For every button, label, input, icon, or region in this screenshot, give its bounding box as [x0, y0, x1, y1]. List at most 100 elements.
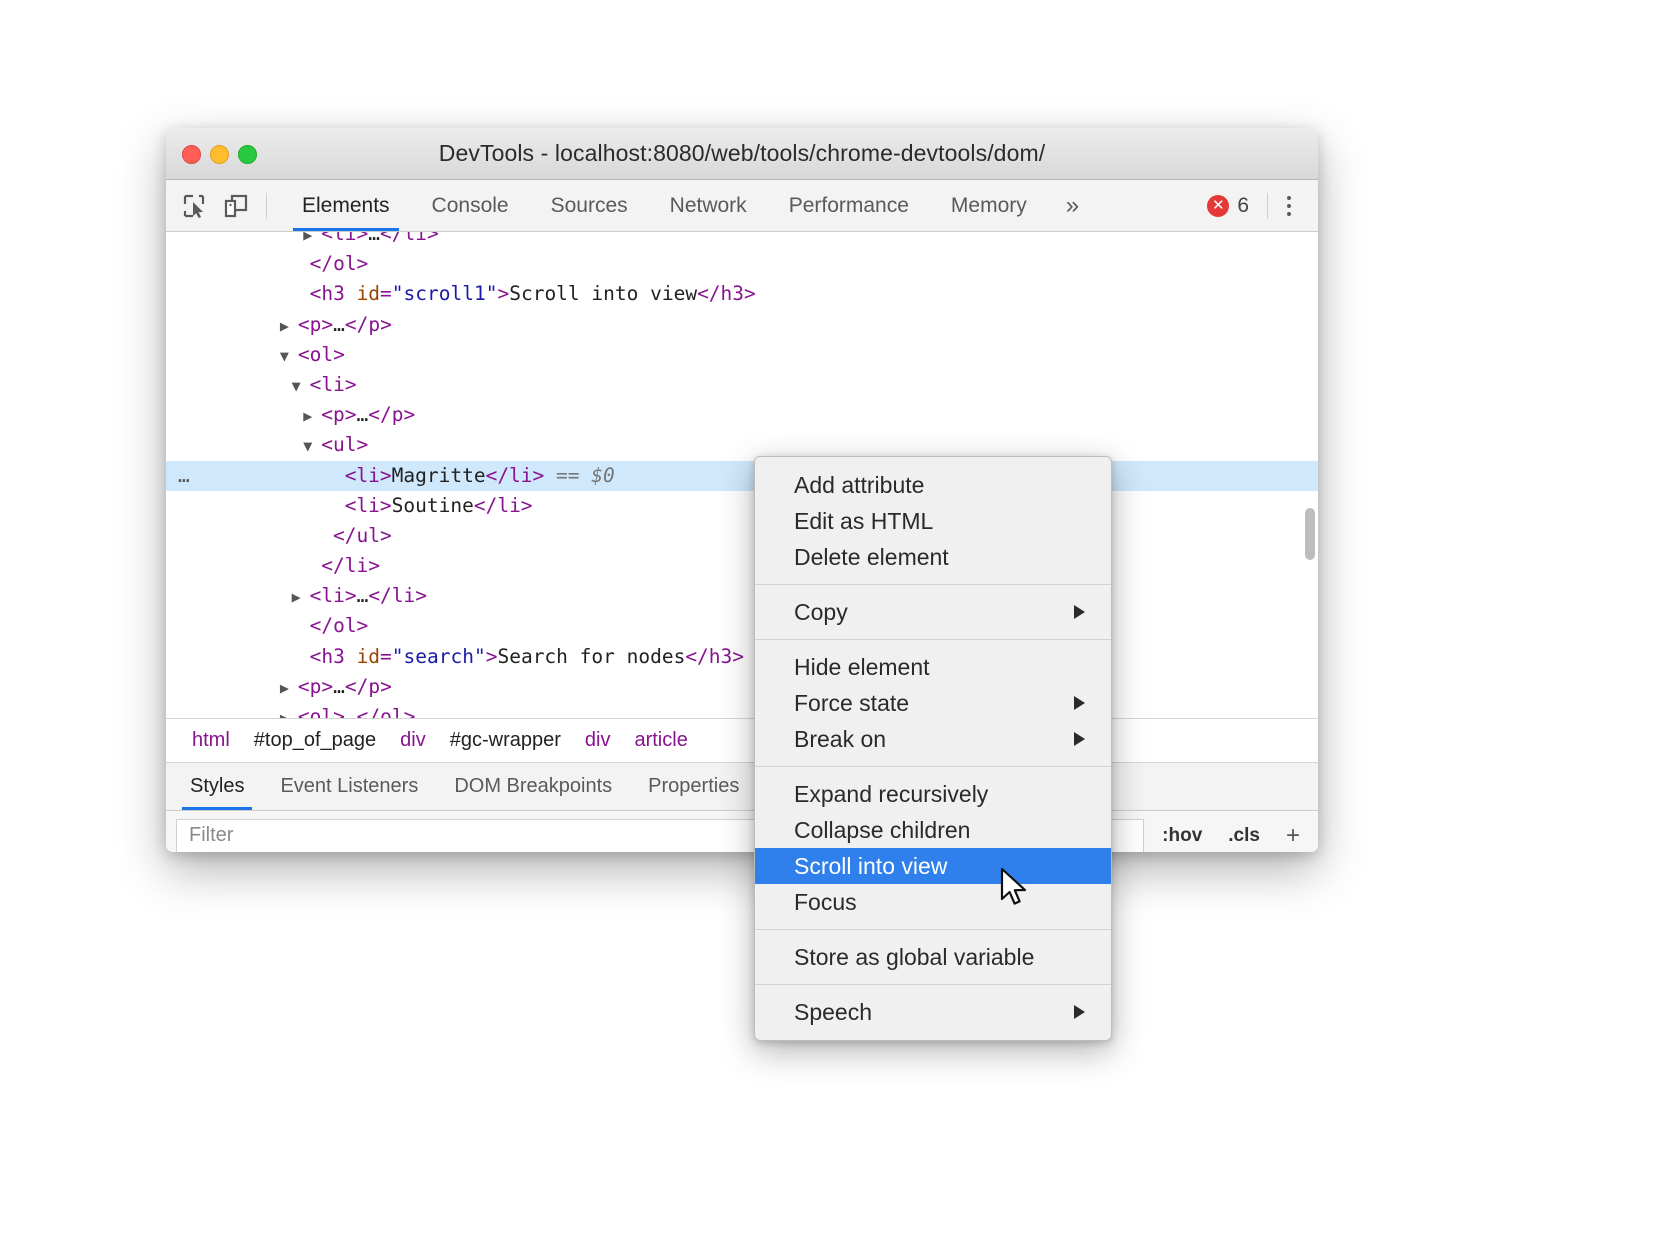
dom-tree-row[interactable]: ▼<ol>	[166, 340, 1318, 370]
devtools-window: DevTools - localhost:8080/web/tools/chro…	[166, 128, 1318, 852]
minimize-button[interactable]	[210, 145, 229, 164]
menu-item-break-on[interactable]: Break on	[755, 721, 1111, 757]
styles-filter-row: :hov .cls +	[166, 811, 1318, 852]
tab-memory[interactable]: Memory	[930, 180, 1048, 231]
breadcrumb-item-5[interactable]: article	[622, 729, 699, 752]
menu-item-label: Expand recursively	[794, 781, 988, 808]
dom-tree-row[interactable]: </ol>	[166, 249, 1318, 279]
dom-node-markup: <ol>	[298, 343, 345, 366]
menu-separator	[755, 584, 1111, 585]
breadcrumb-item-0[interactable]: html	[180, 729, 242, 752]
dom-tree-row[interactable]: ▶<p>…</p>	[166, 400, 1318, 430]
dom-tree-row[interactable]: </ol>	[166, 611, 1318, 641]
tab-properties[interactable]: Properties	[630, 763, 757, 810]
menu-item-add-attribute[interactable]: Add attribute	[755, 467, 1111, 503]
expand-triangle-icon[interactable]: ▶	[280, 311, 298, 341]
tab-label: Elements	[302, 194, 390, 218]
window-controls[interactable]	[182, 145, 257, 164]
sidebar-tab-label: Event Listeners	[280, 775, 418, 798]
device-toolbar-icon[interactable]	[222, 192, 250, 220]
zoom-button[interactable]	[238, 145, 257, 164]
dom-node-markup: </ol>	[310, 614, 369, 637]
dom-tree-row[interactable]: <h3 id="search">Search for nodes</h3>	[166, 642, 1318, 672]
breadcrumb-item-4[interactable]: div	[573, 729, 623, 752]
submenu-arrow-icon	[1074, 605, 1085, 619]
dom-tree-row[interactable]: </li>	[166, 551, 1318, 581]
element-classes-button[interactable]: .cls	[1220, 825, 1268, 847]
dom-node-markup: </ul>	[333, 524, 392, 547]
tabstrip-left-icons	[166, 180, 281, 231]
dom-node-markup: <p>…</p>	[298, 675, 392, 698]
dom-context-menu[interactable]: Add attribute Edit as HTML Delete element C…	[754, 456, 1112, 1041]
menu-item-scroll-into-view[interactable]: Scroll into view	[755, 848, 1111, 884]
dom-tree-row[interactable]: </ul>	[166, 521, 1318, 551]
menu-item-collapse-children[interactable]: Collapse children	[755, 812, 1111, 848]
tab-dom-breakpoints[interactable]: DOM Breakpoints	[436, 763, 630, 810]
dom-tree-row[interactable]: ▶<li>…</li>	[166, 581, 1318, 611]
more-tabs-chevron-icon[interactable]: »	[1048, 180, 1097, 231]
menu-item-label: Speech	[794, 999, 872, 1026]
menu-item-edit-as-html[interactable]: Edit as HTML	[755, 503, 1111, 539]
menu-item-copy[interactable]: Copy	[755, 594, 1111, 630]
menu-item-focus[interactable]: Focus	[755, 884, 1111, 920]
sidebar-tab-label: DOM Breakpoints	[454, 775, 612, 798]
dom-node-markup: <h3 id="scroll1">Scroll into view</h3>	[310, 282, 756, 305]
expand-triangle-icon[interactable]: ▶	[303, 232, 321, 250]
tab-network[interactable]: Network	[649, 180, 768, 231]
tab-elements[interactable]: Elements	[281, 180, 411, 231]
dom-tree-scrollbar-thumb[interactable]	[1305, 508, 1315, 560]
dom-tree-row[interactable]: ▶<ol>…</ol>	[166, 702, 1318, 719]
menu-item-label: Edit as HTML	[794, 508, 933, 535]
collapse-triangle-icon[interactable]: ▼	[280, 341, 298, 371]
dom-node-markup: <p>…</p>	[321, 403, 415, 426]
tab-console[interactable]: Console	[411, 180, 530, 231]
menu-item-label: Copy	[794, 599, 848, 626]
tab-sources[interactable]: Sources	[530, 180, 649, 231]
dom-tree-row[interactable]: ▶<p>…</p>	[166, 672, 1318, 702]
menu-item-expand-recursively[interactable]: Expand recursively	[755, 776, 1111, 812]
dom-tree-row[interactable]: <li>Soutine</li>	[166, 491, 1318, 521]
dom-tree-row[interactable]: ▼<li>	[166, 370, 1318, 400]
inspect-element-icon[interactable]	[180, 192, 208, 220]
menu-item-label: Scroll into view	[794, 853, 947, 880]
error-badge-icon: ✕	[1207, 195, 1229, 217]
breadcrumb-item-3[interactable]: #gc-wrapper	[438, 729, 573, 752]
dom-node-markup: <li>Soutine</li>	[345, 494, 533, 517]
dom-tree-panel[interactable]: ▶<li>…</li></ol><h3 id="scroll1">Scroll …	[166, 232, 1318, 719]
menu-item-label: Collapse children	[794, 817, 970, 844]
tab-performance[interactable]: Performance	[768, 180, 930, 231]
dom-tree-row-selected[interactable]: …<li>Magritte</li> == $0	[166, 461, 1318, 491]
breadcrumb-item-2[interactable]: div	[388, 729, 438, 752]
expand-triangle-icon[interactable]: ▶	[292, 582, 310, 612]
tab-label: Sources	[551, 194, 628, 218]
force-hover-button[interactable]: :hov	[1154, 825, 1210, 847]
menu-item-speech[interactable]: Speech	[755, 994, 1111, 1030]
expand-triangle-icon[interactable]: ▶	[280, 703, 298, 719]
dom-tree-scrollbar[interactable]	[1305, 236, 1315, 714]
dom-tree-row[interactable]: <h3 id="scroll1">Scroll into view</h3>	[166, 279, 1318, 309]
row-more-icon[interactable]: …	[178, 461, 192, 491]
tab-event-listeners[interactable]: Event Listeners	[262, 763, 436, 810]
close-button[interactable]	[182, 145, 201, 164]
collapse-triangle-icon[interactable]: ▼	[292, 371, 310, 401]
dom-tree-row[interactable]: ▶<p>…</p>	[166, 310, 1318, 340]
error-count-label: 6	[1237, 194, 1249, 218]
menu-item-force-state[interactable]: Force state	[755, 685, 1111, 721]
sidebar-tab-label: Properties	[648, 775, 739, 798]
error-counter[interactable]: ✕ 6	[1195, 194, 1261, 218]
expand-triangle-icon[interactable]: ▶	[303, 401, 321, 431]
collapse-triangle-icon[interactable]: ▼	[303, 431, 321, 461]
kebab-menu-icon[interactable]	[1274, 189, 1304, 223]
dom-tree-row[interactable]: ▼<ul>	[166, 430, 1318, 460]
expand-triangle-icon[interactable]: ▶	[280, 673, 298, 703]
window-title: DevTools - localhost:8080/web/tools/chro…	[166, 140, 1318, 167]
breadcrumb-item-1[interactable]: #top_of_page	[242, 729, 388, 752]
tab-styles[interactable]: Styles	[172, 763, 262, 810]
menu-item-store-as-global-variable[interactable]: Store as global variable	[755, 939, 1111, 975]
dom-tree-row[interactable]: ▶<li>…</li>	[166, 232, 1318, 249]
menu-item-delete-element[interactable]: Delete element	[755, 539, 1111, 575]
menu-item-hide-element[interactable]: Hide element	[755, 649, 1111, 685]
menu-separator	[755, 639, 1111, 640]
menu-item-label: Hide element	[794, 654, 930, 681]
new-style-rule-button[interactable]: +	[1278, 822, 1308, 850]
